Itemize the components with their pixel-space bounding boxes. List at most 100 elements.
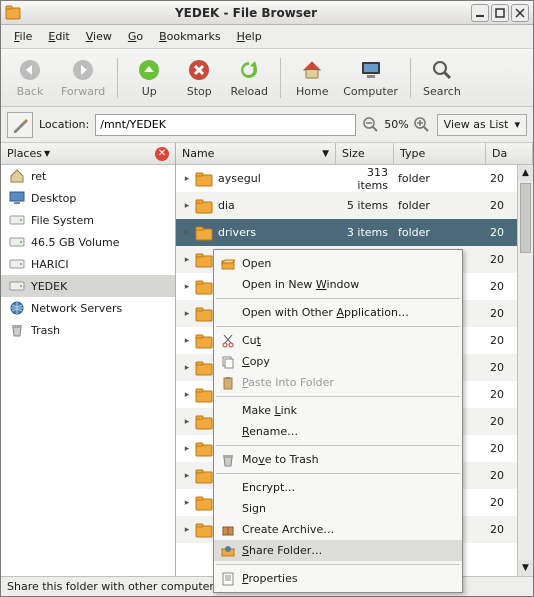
table-row[interactable]: ▸aysegul313 itemsfolder20 — [176, 165, 517, 192]
context-separator — [216, 298, 460, 299]
scroll-up-icon[interactable]: ▲ — [518, 165, 533, 181]
expander-icon[interactable]: ▸ — [180, 471, 194, 481]
table-row[interactable]: ▸dia5 itemsfolder20 — [176, 192, 517, 219]
folder-icon — [194, 439, 214, 459]
menu-edit[interactable]: Edit — [41, 28, 76, 45]
col-date[interactable]: Da — [486, 143, 533, 164]
file-date: 20 — [486, 334, 517, 347]
file-date: 20 — [486, 523, 517, 536]
file-date: 20 — [486, 199, 517, 212]
expander-icon[interactable]: ▸ — [180, 525, 194, 535]
context-item-paste-into-folder: Paste Into Folder — [214, 372, 462, 393]
expander-icon[interactable]: ▸ — [180, 282, 194, 292]
table-row[interactable]: ▸drivers3 itemsfolder20 — [176, 219, 517, 246]
close-button[interactable] — [511, 4, 529, 22]
menu-bookmarks[interactable]: Bookmarks — [152, 28, 227, 45]
stop-button[interactable]: Stop — [174, 56, 224, 100]
menubar: File Edit View Go Bookmarks Help — [1, 25, 533, 49]
context-item-share-folder[interactable]: Share Folder… — [214, 540, 462, 561]
drive-icon — [9, 212, 25, 228]
chevron-down-icon[interactable]: ▼ — [44, 149, 50, 158]
folder-icon — [194, 493, 214, 513]
edit-path-toggle[interactable] — [7, 112, 33, 138]
context-item-open-with-other-application[interactable]: Open with Other Application… — [214, 302, 462, 323]
folder-icon — [194, 358, 214, 378]
sidebar-item-network-servers[interactable]: Network Servers — [1, 297, 175, 319]
scroll-thumb[interactable] — [520, 183, 531, 253]
context-item-properties[interactable]: Properties — [214, 568, 462, 589]
close-panel-icon[interactable]: ✕ — [155, 147, 169, 161]
window-title: YEDEK - File Browser — [27, 6, 465, 20]
menu-help[interactable]: Help — [230, 28, 269, 45]
expander-icon[interactable]: ▸ — [180, 174, 194, 184]
expander-icon[interactable]: ▸ — [180, 336, 194, 346]
expander-icon[interactable]: ▸ — [180, 201, 194, 211]
context-item-open[interactable]: Open — [214, 253, 462, 274]
sidebar-item-yedek[interactable]: YEDEK — [1, 275, 175, 297]
col-type[interactable]: Type — [394, 143, 486, 164]
col-name[interactable]: Name▼ — [176, 143, 336, 164]
context-item-rename[interactable]: Rename… — [214, 421, 462, 442]
file-date: 20 — [486, 415, 517, 428]
vertical-scrollbar[interactable]: ▲ ▼ — [517, 165, 533, 576]
view-as-select[interactable]: View as List ▾ — [437, 114, 527, 136]
menu-view[interactable]: View — [79, 28, 119, 45]
context-separator — [216, 326, 460, 327]
status-text: Share this folder with other computers — [7, 580, 220, 593]
menu-go[interactable]: Go — [121, 28, 150, 45]
scroll-down-icon[interactable]: ▼ — [518, 560, 533, 576]
sidebar-item-46-5-gb-volume[interactable]: 46.5 GB Volume — [1, 231, 175, 253]
context-item-label: Open with Other Application… — [238, 306, 409, 319]
stop-icon — [187, 58, 211, 82]
back-button[interactable]: Back — [5, 56, 55, 100]
sidebar-item-ret[interactable]: ret — [1, 165, 175, 187]
menu-file[interactable]: File — [7, 28, 39, 45]
expander-icon[interactable]: ▸ — [180, 417, 194, 427]
col-size[interactable]: Size — [336, 143, 394, 164]
expander-icon[interactable]: ▸ — [180, 390, 194, 400]
folder-icon — [194, 169, 214, 189]
titlebar: YEDEK - File Browser — [1, 1, 533, 25]
file-size: 3 items — [336, 226, 394, 239]
expander-icon[interactable]: ▸ — [180, 498, 194, 508]
forward-button[interactable]: Forward — [55, 56, 111, 100]
zoom-out-icon[interactable] — [362, 116, 380, 134]
toolbar-separator — [117, 58, 118, 98]
expander-icon[interactable]: ▸ — [180, 444, 194, 454]
computer-button[interactable]: Computer — [337, 56, 404, 100]
context-item-move-to-trash[interactable]: Move to Trash — [214, 449, 462, 470]
up-icon — [137, 58, 161, 82]
expander-icon[interactable]: ▸ — [180, 228, 194, 238]
home-icon — [9, 168, 25, 184]
up-button[interactable]: Up — [124, 56, 174, 100]
context-item-copy[interactable]: Copy — [214, 351, 462, 372]
drive-icon — [9, 278, 25, 294]
share-icon — [218, 544, 238, 558]
context-item-sign[interactable]: Sign — [214, 498, 462, 519]
search-button[interactable]: Search — [417, 56, 467, 100]
context-item-encrypt[interactable]: Encrypt… — [214, 477, 462, 498]
location-input[interactable] — [95, 114, 356, 136]
zoom-in-icon[interactable] — [413, 116, 431, 134]
file-date: 20 — [486, 388, 517, 401]
context-item-cut[interactable]: Cut — [214, 330, 462, 351]
home-button[interactable]: Home — [287, 56, 337, 100]
archive-icon — [218, 523, 238, 537]
sidebar-item-file-system[interactable]: File System — [1, 209, 175, 231]
context-separator — [216, 564, 460, 565]
folder-icon — [194, 466, 214, 486]
context-item-create-archive[interactable]: Create Archive… — [214, 519, 462, 540]
sidebar-item-trash[interactable]: Trash — [1, 319, 175, 341]
expander-icon[interactable]: ▸ — [180, 255, 194, 265]
maximize-button[interactable] — [491, 4, 509, 22]
sidebar-item-harici[interactable]: HARICI — [1, 253, 175, 275]
open-icon — [218, 257, 238, 271]
reload-button[interactable]: Reload — [224, 56, 274, 100]
sidebar-item-desktop[interactable]: Desktop — [1, 187, 175, 209]
expander-icon[interactable]: ▸ — [180, 363, 194, 373]
context-item-open-in-new-window[interactable]: Open in New Window — [214, 274, 462, 295]
folder-icon — [194, 250, 214, 270]
minimize-button[interactable] — [471, 4, 489, 22]
context-item-make-link[interactable]: Make Link — [214, 400, 462, 421]
expander-icon[interactable]: ▸ — [180, 309, 194, 319]
